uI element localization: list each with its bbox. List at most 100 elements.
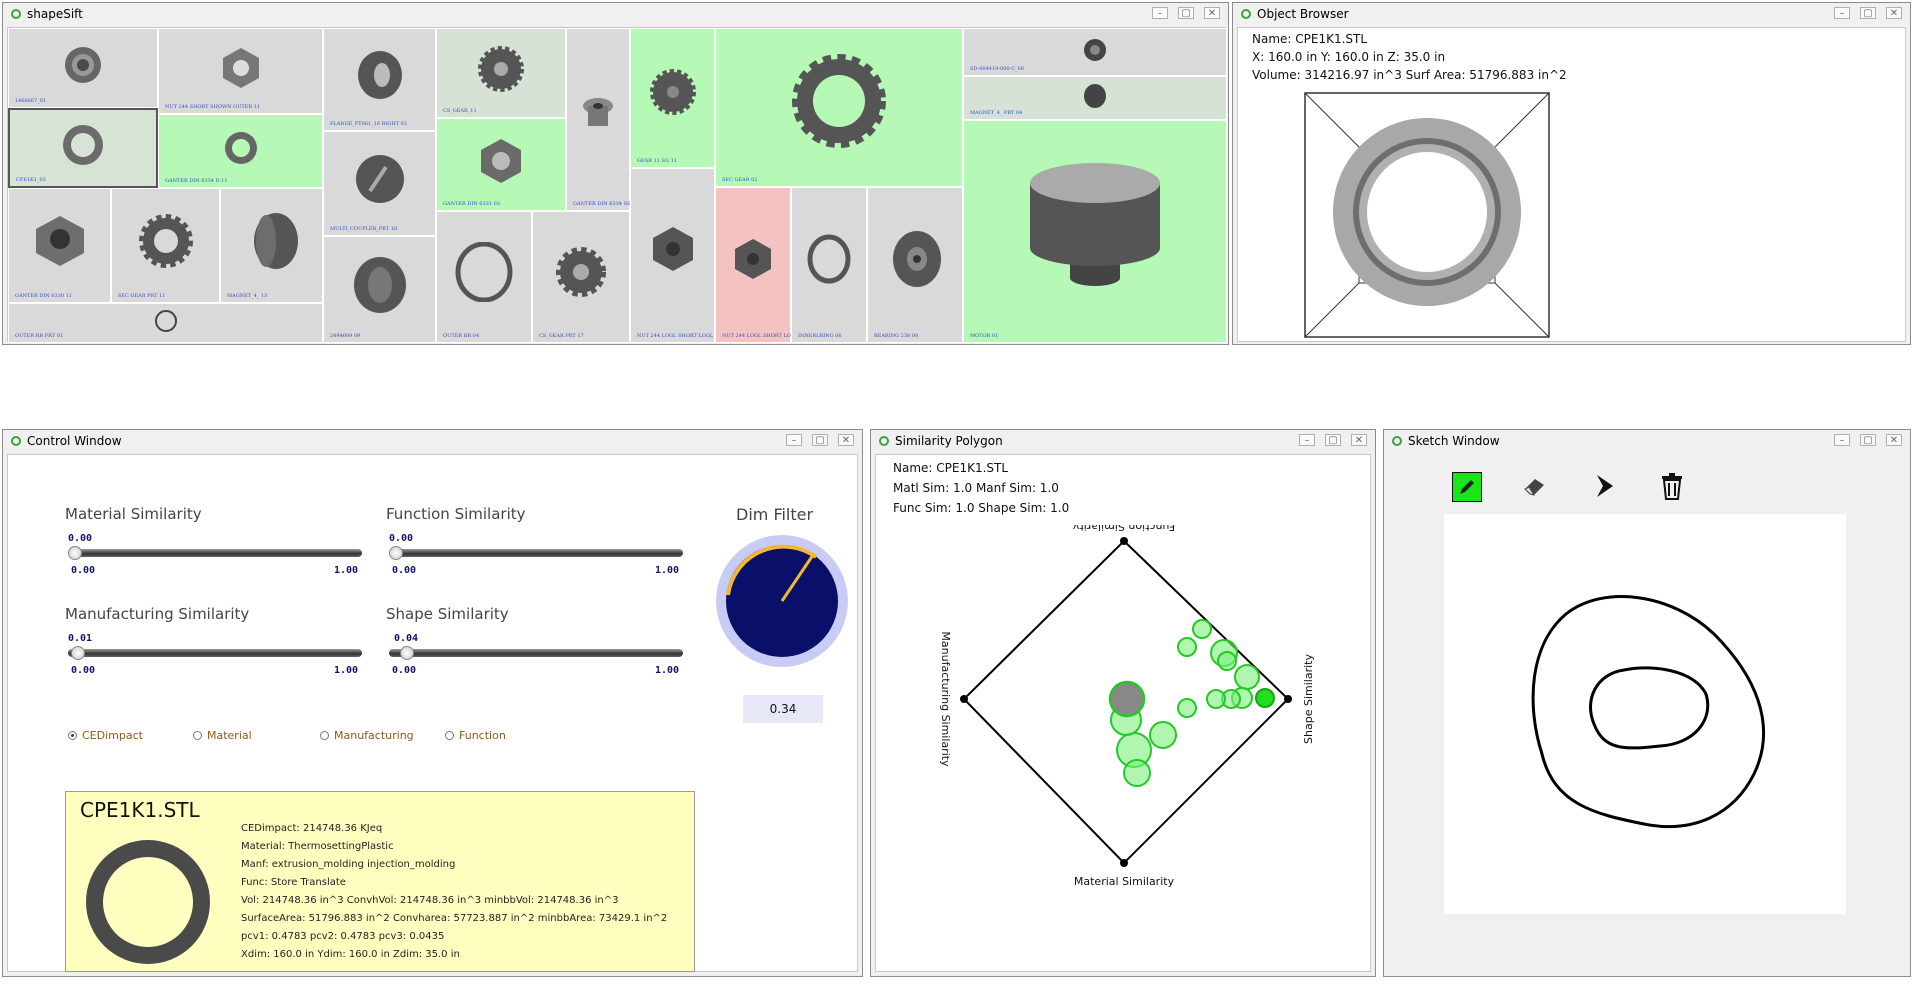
minimize-button[interactable]: –	[1299, 434, 1315, 446]
close-button[interactable]: ✕	[1204, 7, 1220, 19]
manufacturing-slider-value: 0.01	[68, 633, 93, 644]
manufacturing-slider-min: 0.00	[71, 665, 96, 676]
shape-similarity-slider[interactable]	[389, 646, 683, 660]
part-thumbnail	[138, 213, 193, 268]
object-browser-window: Object Browser – ▢ ✕ Name: CPE1K1.STL X: 1…	[1232, 2, 1911, 345]
treemap-cell[interactable]: 2494609 09	[323, 236, 436, 343]
treemap-cell[interactable]: GANTER DIN 6334 SS	[566, 28, 630, 211]
close-button[interactable]: ✕	[1886, 7, 1902, 19]
manufacturing-slider-max: 1.00	[334, 665, 359, 676]
treemap-cell[interactable]: GANTER DIN 6334 D 11	[158, 114, 323, 188]
similarity-name: Name: CPE1K1.STL	[893, 461, 1009, 475]
treemap-cell[interactable]: CS_GEAR PRT 17	[532, 211, 630, 343]
window-title: Object Browser	[1257, 7, 1349, 21]
treemap-cell[interactable]: MULTI_COUPLER_PRT 18	[323, 131, 436, 236]
close-button[interactable]: ✕	[1886, 434, 1902, 446]
object-dims: X: 160.0 in Y: 160.0 in Z: 35.0 in	[1252, 50, 1446, 64]
part-thumbnail	[35, 215, 84, 266]
treemap-cell[interactable]: GANTER DIN 6331 03	[436, 118, 566, 211]
part-thumbnail	[224, 132, 257, 165]
similarity-titlebar[interactable]: Similarity Polygon – ▢ ✕	[871, 430, 1375, 454]
treemap-cell[interactable]: CPE1K1_03	[8, 108, 158, 188]
treemap-cell[interactable]: INNERLRING 06	[791, 187, 867, 343]
radio-indicator[interactable]	[68, 731, 77, 740]
window-title: Sketch Window	[1408, 434, 1500, 448]
maximize-button[interactable]: ▢	[1178, 7, 1194, 19]
maximize-button[interactable]: ▢	[1860, 434, 1876, 446]
treemap: 1466667_01 NUT 244 SHORT SHOWN OUTER 11 …	[7, 27, 1227, 343]
treemap-cell[interactable]: CS_GEAR_11	[436, 28, 566, 118]
treemap-cell[interactable]: NUT 244 LOGL SHORT LOGL 42	[630, 168, 721, 343]
close-button[interactable]: ✕	[1351, 434, 1367, 446]
treemap-cell[interactable]: BEARING 238 08	[867, 187, 963, 343]
slider-thumb[interactable]	[68, 546, 82, 560]
treemap-cell[interactable]: NUT 244 LOGL SHORT LOGL 41	[715, 187, 806, 343]
minimize-button[interactable]: –	[1834, 7, 1850, 19]
sketch-titlebar[interactable]: Sketch Window – ▢ ✕	[1384, 430, 1910, 454]
pencil-icon[interactable]	[1452, 472, 1482, 502]
eraser-icon[interactable]	[1521, 472, 1549, 500]
treemap-cell[interactable]: NUT 244 SHORT SHOWN OUTER 11	[158, 28, 323, 114]
sketch-panel	[1388, 454, 1906, 972]
sketch-canvas[interactable]	[1444, 514, 1846, 914]
axis-left-label: Manufacturing Similarity	[939, 631, 952, 767]
shapesift-titlebar[interactable]: shapeSift – ▢ ✕	[3, 3, 1228, 27]
treemap-cell[interactable]: SD-004419-000-C_06	[963, 28, 1227, 76]
control-titlebar[interactable]: Control Window – ▢ ✕	[3, 430, 862, 454]
manufacturing-similarity-slider[interactable]	[68, 646, 362, 660]
part-thumbnail	[253, 212, 298, 269]
sketch-window: Sketch Window – ▢ ✕	[1383, 429, 1911, 977]
treemap-cell[interactable]: FLANGE_PT061_16 RIGHT 02	[323, 28, 436, 131]
slider-thumb[interactable]	[400, 646, 415, 660]
radio-manufacturing[interactable]: Manufacturing	[320, 729, 414, 742]
treemap-cell[interactable]: MOTOR 01	[963, 120, 1227, 343]
control-panel: Material Similarity Function Similarity …	[7, 454, 858, 972]
treemap-cell[interactable]: OUTER RR PRT 01	[8, 303, 323, 343]
trash-icon[interactable]	[1658, 472, 1686, 500]
maximize-button[interactable]: ▢	[1860, 7, 1876, 19]
part-thumbnail	[355, 155, 404, 204]
similarity-polygon-plot[interactable]: Function Similarity Manufacturing Simila…	[876, 525, 1372, 945]
treemap-cell[interactable]: GANTER DIN 6330 11	[8, 188, 111, 303]
maximize-button[interactable]: ▢	[812, 434, 828, 446]
material-slider-value: 0.00	[68, 533, 93, 544]
app-icon	[879, 436, 889, 446]
radio-material[interactable]: Material	[193, 729, 252, 742]
treemap-cell[interactable]: OUTER RR 04	[436, 211, 532, 343]
treemap-cell[interactable]: 1466667_01	[8, 28, 158, 108]
similarity-panel: Name: CPE1K1.STL Matl Sim: 1.0 Manf Sim:…	[875, 454, 1371, 972]
function-slider-max: 1.00	[655, 565, 680, 576]
slider-thumb[interactable]	[70, 646, 85, 660]
part-thumbnail	[556, 246, 606, 297]
minimize-button[interactable]: –	[1834, 434, 1850, 446]
radio-indicator[interactable]	[445, 731, 454, 740]
treemap-cell[interactable]: MAGNET_4_ 13	[220, 188, 323, 303]
treemap-cell[interactable]: GEAR 11 SG 11	[630, 28, 715, 168]
shape-slider-value: 0.04	[394, 633, 419, 644]
dim-filter-label: Dim Filter	[736, 505, 814, 524]
arrow-icon[interactable]	[1591, 472, 1619, 500]
shape-slider-max: 1.00	[655, 665, 680, 676]
minimize-button[interactable]: –	[786, 434, 802, 446]
maximize-button[interactable]: ▢	[1325, 434, 1341, 446]
object-browser-titlebar[interactable]: Object Browser – ▢ ✕	[1233, 3, 1910, 27]
part-thumbnail	[735, 238, 771, 279]
part-thumbnail	[807, 234, 851, 284]
function-similarity-slider[interactable]	[389, 546, 683, 560]
radio-cedimpact[interactable]: CEDimpact	[68, 729, 143, 742]
treemap-cell[interactable]: SEC GEAR 02	[715, 28, 963, 187]
dim-filter-dial[interactable]	[714, 533, 850, 669]
detail-material: Material: ThermosettingPlastic	[241, 841, 394, 852]
radio-indicator[interactable]	[193, 731, 202, 740]
slider-thumb[interactable]	[389, 546, 403, 560]
close-button[interactable]: ✕	[838, 434, 854, 446]
radio-indicator[interactable]	[320, 731, 329, 740]
treemap-cell[interactable]: MAGNET_4_ PRT 04	[963, 76, 1227, 120]
similarity-line2: Func Sim: 1.0 Shape Sim: 1.0	[893, 501, 1070, 515]
minimize-button[interactable]: –	[1152, 7, 1168, 19]
shapesift-window: shapeSift – ▢ ✕ 1466667_01 NUT 244 SHORT S…	[2, 2, 1229, 345]
treemap-cell[interactable]: SEC GEAR PRT 11	[111, 188, 220, 303]
dim-filter-value[interactable]: 0.34	[743, 695, 823, 723]
radio-function[interactable]: Function	[445, 729, 506, 742]
material-similarity-slider[interactable]	[68, 546, 362, 560]
